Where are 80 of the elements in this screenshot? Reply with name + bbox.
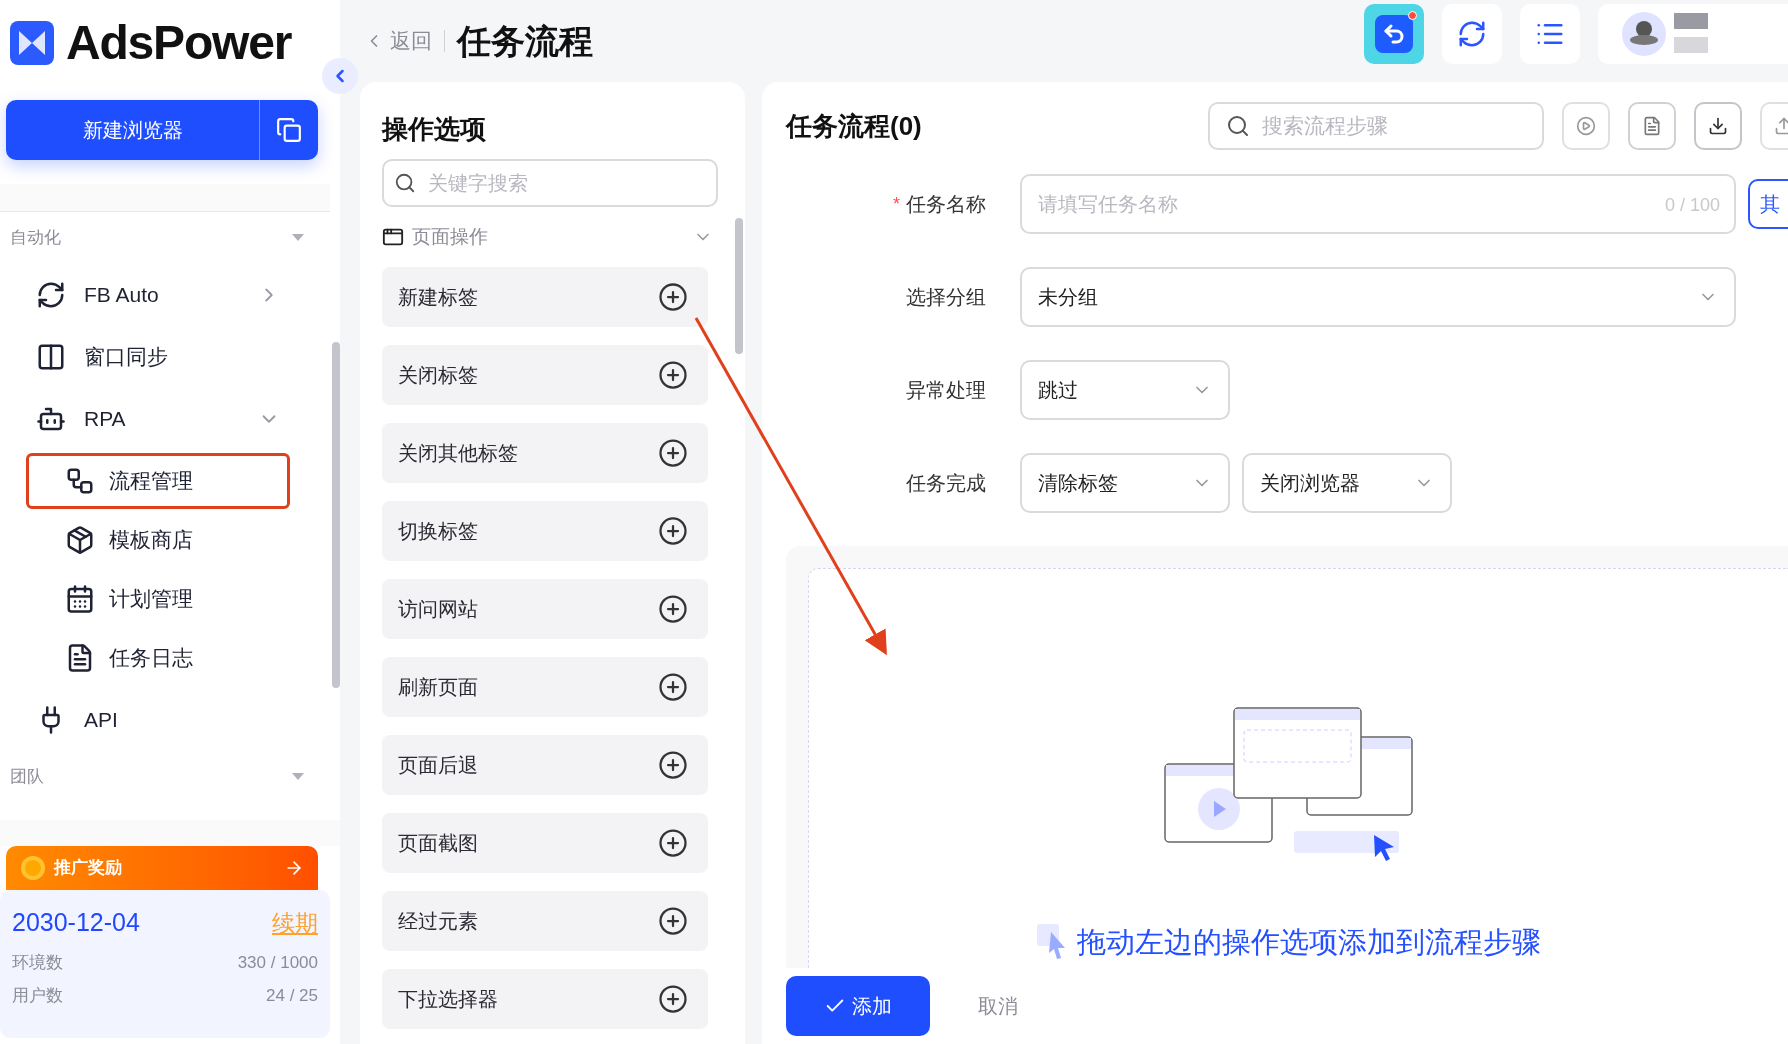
add-icon[interactable] bbox=[658, 672, 688, 702]
account-card[interactable] bbox=[1598, 4, 1788, 64]
select-field[interactable]: 跳过 bbox=[1020, 360, 1230, 420]
add-icon[interactable] bbox=[658, 438, 688, 468]
nav-item[interactable]: FB Auto bbox=[0, 264, 300, 326]
nav-item[interactable]: API bbox=[0, 689, 300, 751]
page-title: 任务流程 bbox=[457, 20, 593, 62]
download-icon bbox=[1708, 116, 1728, 136]
document-icon bbox=[1642, 116, 1662, 136]
play-icon bbox=[1576, 116, 1596, 136]
search-icon bbox=[1226, 114, 1250, 138]
app-name: AdsPower bbox=[66, 15, 292, 71]
operation-item[interactable]: 关闭其他标签 bbox=[382, 423, 708, 483]
stat-value: 24 / 25 bbox=[266, 985, 318, 1007]
field-label: 任务完成 bbox=[906, 471, 986, 496]
field-label: 选择分组 bbox=[906, 285, 986, 310]
empty-hint: 拖动左边的操作选项添加到流程步骤 bbox=[1076, 924, 1541, 960]
upload-sync-button[interactable] bbox=[1442, 4, 1502, 64]
section-title: 自动化 bbox=[10, 227, 61, 250]
field-label: 异常处理 bbox=[906, 378, 986, 403]
operation-item[interactable]: 关闭标签 bbox=[382, 345, 708, 405]
upload-icon bbox=[1774, 116, 1788, 136]
nav-subitem[interactable]: 流程管理 bbox=[26, 453, 290, 509]
windows-icon bbox=[36, 342, 66, 372]
nav-item[interactable]: 窗口同步 bbox=[0, 326, 300, 388]
stat-label: 环境数 bbox=[12, 951, 63, 974]
operation-item[interactable]: 经过元素 bbox=[382, 891, 708, 951]
add-button[interactable]: 添加 bbox=[786, 976, 930, 1036]
select-field[interactable]: 清除标签 bbox=[1020, 453, 1230, 513]
add-icon[interactable] bbox=[658, 750, 688, 780]
field-label: 任务名称 bbox=[906, 192, 986, 217]
run-button[interactable] bbox=[1562, 102, 1610, 150]
collapse-button[interactable] bbox=[322, 58, 358, 94]
refresh-icon bbox=[1457, 19, 1487, 49]
operation-item[interactable]: 访问网站 bbox=[382, 579, 708, 639]
operation-item[interactable]: 新建标签 bbox=[382, 267, 708, 327]
operation-item[interactable]: 页面后退 bbox=[382, 735, 708, 795]
add-icon[interactable] bbox=[658, 828, 688, 858]
pixelated-name bbox=[1674, 13, 1708, 55]
stat-value: 330 / 1000 bbox=[237, 951, 318, 974]
calendar-icon bbox=[65, 584, 95, 614]
sync-app-button[interactable] bbox=[1364, 4, 1424, 64]
add-icon[interactable] bbox=[658, 906, 688, 936]
import-button[interactable] bbox=[1694, 102, 1742, 150]
add-icon[interactable] bbox=[658, 984, 688, 1014]
copy-icon bbox=[276, 117, 302, 143]
nav-subitem[interactable]: 模板商店 bbox=[26, 512, 290, 568]
expiry-date: 2030-12-04 bbox=[12, 907, 140, 938]
notes-button[interactable] bbox=[1628, 102, 1676, 150]
package-icon bbox=[65, 525, 95, 555]
operation-item[interactable]: 切换标签 bbox=[382, 501, 708, 561]
nav-subitem[interactable]: 计划管理 bbox=[26, 571, 290, 627]
coin-icon bbox=[20, 855, 46, 881]
workflow-icon bbox=[65, 466, 95, 496]
nav-subitem[interactable]: 任务日志 bbox=[26, 630, 290, 686]
required-mark: * bbox=[893, 192, 900, 216]
add-icon[interactable] bbox=[658, 360, 688, 390]
step-search-field[interactable]: 搜索流程步骤 bbox=[1208, 102, 1544, 150]
browser-window-icon bbox=[382, 226, 404, 248]
select-field[interactable]: 关闭浏览器 bbox=[1242, 453, 1452, 513]
add-icon[interactable] bbox=[658, 282, 688, 312]
panel-title: 任务流程(0) bbox=[786, 109, 922, 143]
operation-item[interactable]: 页面截图 bbox=[382, 813, 708, 873]
refresh-icon bbox=[36, 280, 66, 310]
stat-label: 用户数 bbox=[12, 985, 63, 1007]
keyword-search-field[interactable]: 关键字搜索 bbox=[382, 159, 718, 207]
search-icon bbox=[394, 172, 416, 194]
section-title: 团队 bbox=[10, 766, 44, 789]
avatar-icon bbox=[1622, 12, 1666, 56]
side-button[interactable]: 其 bbox=[1748, 179, 1788, 229]
logo-icon bbox=[10, 21, 54, 65]
operation-item[interactable]: 刷新页面 bbox=[382, 657, 708, 717]
select-field[interactable]: 未分组 bbox=[1020, 267, 1736, 327]
add-icon[interactable] bbox=[658, 516, 688, 546]
operation-item[interactable]: 下拉选择器 bbox=[382, 969, 708, 1029]
list-button[interactable] bbox=[1520, 4, 1580, 64]
panel-title: 操作选项 bbox=[382, 113, 487, 146]
add-icon[interactable] bbox=[658, 594, 688, 624]
nav-item[interactable]: RPA bbox=[0, 388, 300, 450]
undo-icon bbox=[1382, 22, 1406, 46]
